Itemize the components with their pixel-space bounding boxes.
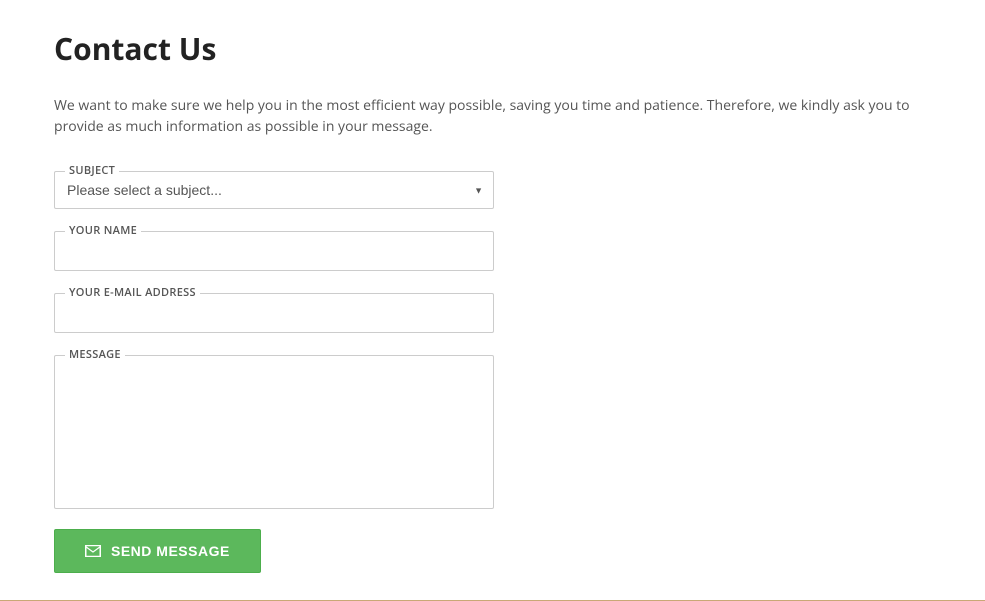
page-title: Contact Us <box>54 28 931 69</box>
contact-form: SUBJECT Please select a subject... ▼ YOU… <box>54 171 494 573</box>
name-field-wrap: YOUR NAME <box>54 231 494 271</box>
name-label: YOUR NAME <box>65 223 141 238</box>
subject-field-wrap: SUBJECT Please select a subject... ▼ <box>54 171 494 209</box>
message-label: MESSAGE <box>65 347 125 362</box>
message-field-wrap: MESSAGE <box>54 355 494 509</box>
subject-label: SUBJECT <box>65 163 119 178</box>
intro-text: We want to make sure we help you in the … <box>54 95 931 137</box>
message-textarea[interactable] <box>55 356 493 508</box>
email-field-wrap: YOUR E-MAIL ADDRESS <box>54 293 494 333</box>
content-container: Contact Us We want to make sure we help … <box>0 0 985 573</box>
subject-select[interactable]: Please select a subject... <box>55 172 493 208</box>
email-label: YOUR E-MAIL ADDRESS <box>65 285 200 300</box>
envelope-icon <box>85 545 101 557</box>
send-button-label: SEND MESSAGE <box>111 543 230 559</box>
send-message-button[interactable]: SEND MESSAGE <box>54 529 261 573</box>
